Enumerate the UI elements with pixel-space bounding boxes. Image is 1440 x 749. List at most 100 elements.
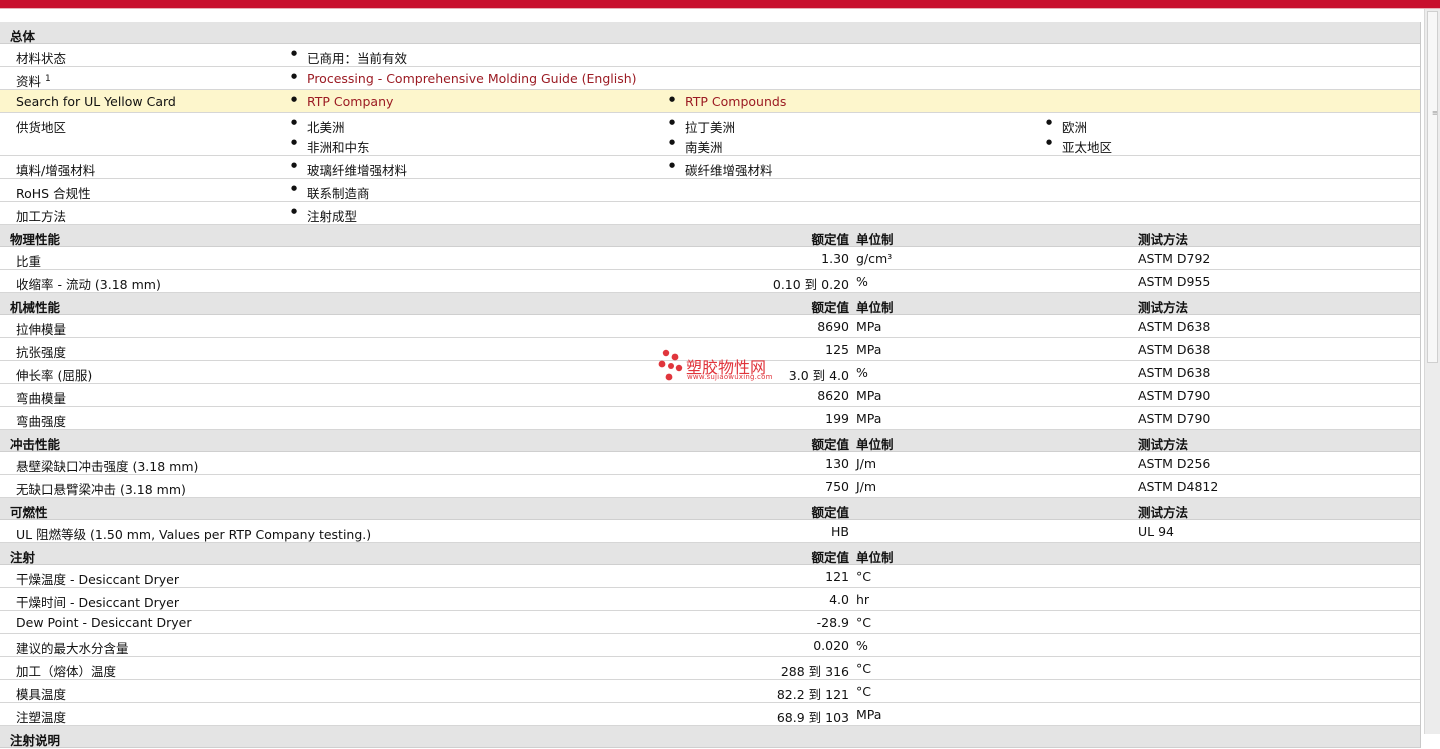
- property-value: 8620: [817, 388, 849, 403]
- row-ul-yellow-card: Search for UL Yellow Card RTP Company RT…: [0, 90, 1420, 113]
- region-item: 亚太地区: [1046, 137, 1112, 156]
- property-name: 无缺口悬臂梁冲击 (3.18 mm): [16, 482, 186, 497]
- row-label: 加工方法: [16, 209, 67, 224]
- property-value: 288 到 316: [780, 664, 849, 679]
- section-title: 注射说明: [10, 733, 61, 748]
- ul-list-item: RTP Compounds: [669, 94, 786, 109]
- property-name: UL 阻燃等级 (1.50 mm, Values per RTP Company…: [16, 527, 372, 542]
- row-label: RoHS 合规性: [16, 186, 91, 201]
- property-unit: J/m: [856, 456, 877, 471]
- property-value: HB: [831, 524, 849, 539]
- property-unit: J/m: [856, 479, 877, 494]
- property-row: 无缺口悬臂梁冲击 (3.18 mm) 750 J/m ASTM D4812: [0, 475, 1420, 498]
- property-value: 199: [825, 411, 849, 426]
- region-item: 拉丁美洲: [669, 117, 735, 136]
- column-header-nominal: 额定值: [811, 232, 849, 247]
- section-impact-header: 冲击性能 额定值 单位制 测试方法: [0, 430, 1420, 452]
- column-header-test: 测试方法: [1138, 437, 1189, 452]
- rtp-compounds-link[interactable]: RTP Compounds: [685, 94, 786, 109]
- scrollbar-grip-icon: ≡: [1432, 109, 1438, 117]
- property-value: 68.9 到 103: [776, 710, 849, 725]
- vertical-scrollbar[interactable]: ≡: [1424, 9, 1440, 734]
- property-test-method: UL 94: [1138, 524, 1174, 539]
- section-general-header: 总体: [0, 22, 1420, 44]
- property-name: Dew Point - Desiccant Dryer: [16, 615, 192, 630]
- property-unit: °C: [856, 569, 871, 584]
- property-test-method: ASTM D256: [1138, 456, 1211, 471]
- property-unit: °C: [856, 684, 871, 699]
- watermark-logo: 塑胶物性网 www.sujiaowuxing.com: [656, 348, 796, 388]
- row-resources: 资料 1 Processing - Comprehensive Molding …: [0, 67, 1420, 90]
- rtp-company-link[interactable]: RTP Company: [307, 94, 393, 109]
- section-title: 可燃性: [10, 505, 48, 520]
- property-unit: MPa: [856, 388, 882, 403]
- property-row: 加工（熔体）温度 288 到 316 °C: [0, 657, 1420, 680]
- property-test-method: ASTM D638: [1138, 342, 1211, 357]
- property-unit: MPa: [856, 342, 882, 357]
- property-value: -28.9: [816, 615, 849, 630]
- property-row: 拉伸模量 8690 MPa ASTM D638: [0, 315, 1420, 338]
- column-header-nominal: 额定值: [811, 505, 849, 520]
- property-unit: hr: [856, 592, 870, 607]
- property-name: 干燥温度 - Desiccant Dryer: [16, 572, 179, 587]
- scrollbar-thumb[interactable]: ≡: [1427, 11, 1438, 363]
- property-name: 伸长率 (屈服): [16, 368, 93, 383]
- property-value: 1.30: [821, 251, 849, 266]
- row-rohs: RoHS 合规性 联系制造商: [0, 179, 1420, 202]
- property-row: 收缩率 - 流动 (3.18 mm) 0.10 到 0.20 % ASTM D9…: [0, 270, 1420, 293]
- property-value: 125: [825, 342, 849, 357]
- property-name: 弯曲强度: [16, 414, 67, 429]
- section-flammability-header: 可燃性 额定值 测试方法: [0, 498, 1420, 520]
- property-value: 8690: [817, 319, 849, 334]
- property-test-method: ASTM D790: [1138, 411, 1211, 426]
- filler-item: 玻璃纤维增强材料: [291, 160, 407, 179]
- filler-item: 碳纤维增强材料: [669, 160, 773, 179]
- property-value: 121: [825, 569, 849, 584]
- row-supply-regions: 供货地区 北美洲 拉丁美洲 欧洲 非洲和中东 南美洲 亚太地区: [0, 113, 1420, 156]
- property-name: 干燥时间 - Desiccant Dryer: [16, 595, 179, 610]
- property-name: 弯曲模量: [16, 391, 67, 406]
- section-injection-header: 注射 额定值 单位制: [0, 543, 1420, 565]
- row-label: Search for UL Yellow Card: [16, 94, 176, 109]
- property-value: 0.020: [813, 638, 849, 653]
- watermark-dots-icon: [658, 349, 683, 381]
- section-mechanical-header: 机械性能 额定值 单位制 测试方法: [0, 293, 1420, 315]
- column-header-unit: 单位制: [856, 437, 894, 452]
- section-physical-header: 物理性能 额定值 单位制 测试方法: [0, 225, 1420, 247]
- region-item: 欧洲: [1046, 117, 1087, 136]
- property-test-method: ASTM D955: [1138, 274, 1211, 289]
- column-header-test: 测试方法: [1138, 232, 1189, 247]
- property-unit: MPa: [856, 411, 882, 426]
- property-row: 干燥温度 - Desiccant Dryer 121 °C: [0, 565, 1420, 588]
- property-unit: °C: [856, 615, 871, 630]
- property-unit: °C: [856, 661, 871, 676]
- watermark-url: www.sujiaowuxing.com: [687, 373, 773, 381]
- row-label: 填料/增强材料: [16, 163, 96, 178]
- resources-label: 资料: [16, 74, 42, 89]
- row-processing-method: 加工方法 注射成型: [0, 202, 1420, 225]
- property-test-method: ASTM D638: [1138, 365, 1211, 380]
- column-header-nominal: 额定值: [811, 300, 849, 315]
- property-row: 建议的最大水分含量 0.020 %: [0, 634, 1420, 657]
- row-filler: 填料/增强材料 玻璃纤维增强材料 碳纤维增强材料: [0, 156, 1420, 179]
- property-value: 130: [825, 456, 849, 471]
- property-name: 建议的最大水分含量: [16, 641, 129, 656]
- rohs-value: 联系制造商: [291, 183, 370, 202]
- property-row: UL 阻燃等级 (1.50 mm, Values per RTP Company…: [0, 520, 1420, 543]
- section-title: 总体: [10, 29, 36, 44]
- row-label: 供货地区: [16, 120, 67, 135]
- property-test-method: ASTM D792: [1138, 251, 1211, 266]
- property-value: 82.2 到 121: [776, 687, 849, 702]
- column-header-test: 测试方法: [1138, 300, 1189, 315]
- property-unit: %: [856, 365, 868, 380]
- property-value: 3.0 到 4.0: [788, 368, 849, 383]
- column-header-unit: 单位制: [856, 232, 894, 247]
- molding-guide-link[interactable]: Processing - Comprehensive Molding Guide…: [307, 71, 637, 86]
- property-name: 模具温度: [16, 687, 67, 702]
- section-title: 机械性能: [10, 300, 61, 315]
- property-value: 750: [825, 479, 849, 494]
- property-name: 注塑温度: [16, 710, 67, 725]
- property-value: 4.0: [829, 592, 849, 607]
- property-unit: %: [856, 638, 868, 653]
- footnote-marker: 1: [45, 73, 51, 84]
